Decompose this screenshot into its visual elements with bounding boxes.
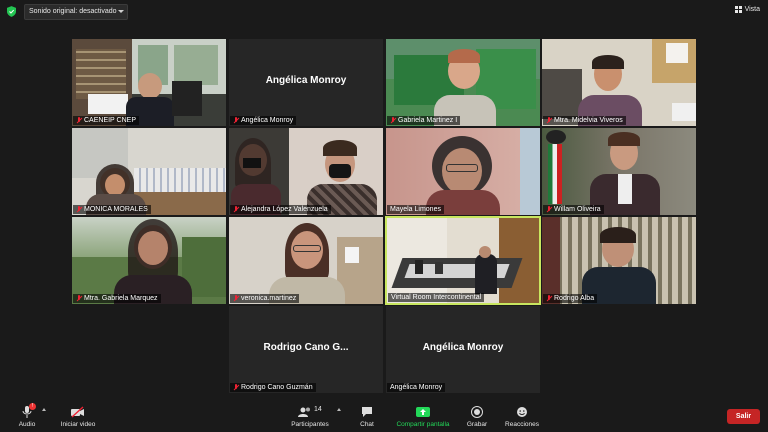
smiley-reaction-icon [516, 406, 528, 418]
participant-name-tag: Mtra. Gabriela Marquez [73, 294, 161, 303]
participant-name: Alejandra López Valenzuela [241, 206, 328, 213]
record-icon [471, 406, 483, 418]
microphone-icon: ! [22, 403, 36, 418]
video-tile[interactable]: Alejandra López Valenzuela [229, 128, 383, 215]
participant-name-tag: Willam Oliveira [543, 205, 604, 214]
meeting-toolbar: ! Audio Iniciar video 14 Participantes C… [0, 398, 768, 432]
top-bar: Sonido original: desactivado Vista [0, 0, 768, 24]
mic-muted-icon [233, 384, 239, 391]
participants-count: 14 [314, 406, 322, 413]
video-tile[interactable]: Mayela Limones [386, 128, 540, 215]
original-sound-label: Sonido original: desactivado [29, 8, 117, 15]
chat-bubble-icon [361, 406, 373, 418]
mic-muted-icon [76, 206, 82, 213]
mic-muted-icon [233, 117, 239, 124]
participant-name: Rodrigo Cano Guzmán [241, 384, 313, 391]
view-label: Vista [744, 6, 760, 13]
participant-name: CAENEIP CNEP [84, 117, 136, 124]
video-tile[interactable]: Mtra. Gabriela Marquez [72, 217, 226, 304]
participant-name: Mtra. Midelvia Viveros [554, 117, 623, 124]
video-camera-off-icon [71, 406, 85, 418]
reactions-button[interactable]: Reacciones [503, 406, 541, 428]
participant-name-tag: Rodrigo Cano Guzmán [230, 383, 316, 392]
chevron-down-icon[interactable] [118, 10, 124, 13]
share-screen-button[interactable]: Compartir pantalla [392, 406, 454, 428]
participant-name-tag: CAENEIP CNEP [73, 116, 139, 125]
participant-name: Gabriela Martinez I [398, 117, 458, 124]
participants-button[interactable]: 14 Participantes [288, 406, 332, 428]
participant-name: Mtra. Gabriela Marquez [84, 295, 158, 302]
start-video-button[interactable]: Iniciar video [58, 406, 98, 428]
participant-name: Virtual Room Intercontinental [391, 294, 482, 301]
audio-label: Audio [18, 421, 36, 428]
security-shield-icon[interactable] [7, 6, 16, 17]
video-tile[interactable]: Mtra. Midelvia Viveros [542, 39, 696, 126]
chat-label: Chat [360, 421, 374, 428]
participant-name-tag: Alejandra López Valenzuela [230, 205, 331, 214]
video-tile[interactable]: veronica.martinez [229, 217, 383, 304]
start-video-label: Iniciar video [60, 421, 96, 428]
chat-button[interactable]: Chat [356, 406, 378, 428]
audio-options-chevron-icon[interactable] [42, 408, 46, 411]
video-tile-active-speaker[interactable]: Virtual Room Intercontinental [385, 216, 541, 305]
participant-name-tag: Rodrigo Alba [543, 294, 598, 303]
grid-view-icon [734, 6, 742, 13]
mic-muted-icon [233, 206, 239, 213]
participant-name-tag: Mayela Limones [387, 205, 444, 214]
share-screen-label: Compartir pantalla [396, 421, 450, 428]
participant-name-tag: Angélica Monroy [387, 383, 446, 392]
participant-name-tag: Mtra. Midelvia Viveros [543, 116, 626, 125]
participant-name: Angélica Monroy [390, 384, 443, 391]
mic-muted-icon [390, 117, 396, 124]
participant-display-name: Angélica Monroy [265, 75, 347, 86]
participants-options-chevron-icon[interactable] [337, 408, 341, 411]
video-tile[interactable]: Rodrigo Cano G... Rodrigo Cano Guzmán [229, 306, 383, 393]
reactions-label: Reacciones [505, 421, 539, 428]
leave-meeting-button[interactable]: Salir [727, 409, 760, 424]
mic-muted-icon [546, 295, 552, 302]
participant-display-name: Rodrigo Cano G... [263, 342, 349, 353]
original-sound-toggle[interactable]: Sonido original: desactivado [24, 4, 128, 20]
record-label: Grabar [466, 421, 488, 428]
video-tile[interactable]: Angélica Monroy Angélica Monroy [229, 39, 383, 126]
record-button[interactable]: Grabar [464, 406, 490, 428]
share-screen-icon [416, 406, 430, 418]
participant-name: Angélica Monroy [241, 117, 294, 124]
video-tile[interactable]: Rodrigo Alba [542, 217, 696, 304]
audio-button[interactable]: ! Audio [14, 403, 40, 428]
participant-name: veronica.martinez [241, 295, 297, 302]
participants-label: Participantes [291, 421, 329, 428]
video-tile[interactable]: MONICA MORALES [72, 128, 226, 215]
participant-name-tag: Gabriela Martinez I [387, 116, 461, 125]
participant-name: Willam Oliveira [554, 206, 601, 213]
participant-name-tag: veronica.martinez [230, 294, 300, 303]
mic-muted-icon [546, 117, 552, 124]
audio-warning-badge: ! [29, 403, 36, 410]
participant-name-tag: MONICA MORALES [73, 205, 151, 214]
participant-name: Rodrigo Alba [554, 295, 595, 302]
participants-icon: 14 [297, 406, 323, 418]
participant-name: MONICA MORALES [84, 206, 148, 213]
video-tile[interactable]: Gabriela Martinez I [386, 39, 540, 126]
participant-name-tag: Angélica Monroy [230, 116, 297, 125]
participant-display-name: Angélica Monroy [422, 342, 504, 353]
video-tile[interactable]: Willam Oliveira [542, 128, 696, 215]
mic-muted-icon [233, 295, 239, 302]
video-tile[interactable]: CAENEIP CNEP [72, 39, 226, 126]
mic-muted-icon [546, 206, 552, 213]
participant-name: Mayela Limones [390, 206, 441, 213]
participant-name-tag: Virtual Room Intercontinental [388, 293, 485, 302]
mic-muted-icon [76, 295, 82, 302]
view-button[interactable]: Vista [734, 6, 760, 13]
mic-muted-icon [76, 117, 82, 124]
video-tile[interactable]: Angélica Monroy Angélica Monroy [386, 306, 540, 393]
